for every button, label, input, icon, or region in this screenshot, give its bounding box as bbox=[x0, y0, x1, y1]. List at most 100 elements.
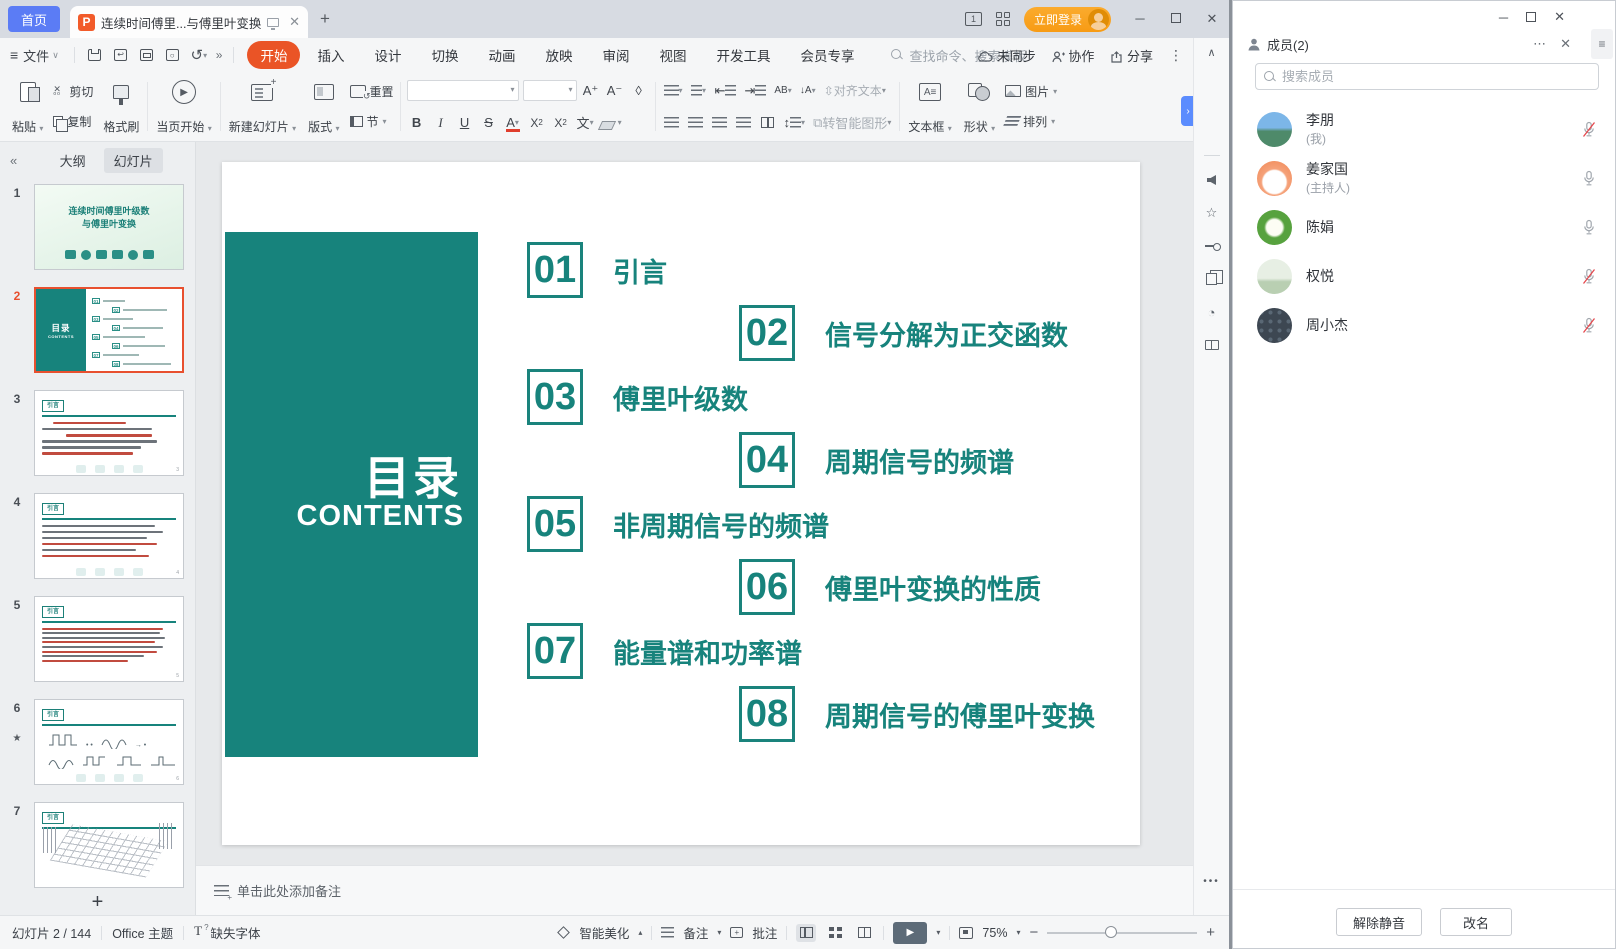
slide-thumbnail-4[interactable]: 4 引言 4 bbox=[0, 493, 195, 579]
panel-menu-icon[interactable]: ≡ bbox=[1591, 29, 1613, 59]
numbered-list-button[interactable]: ▾ bbox=[689, 80, 709, 101]
toc-item-01[interactable]: 01 引言 bbox=[527, 242, 667, 298]
mic-icon[interactable] bbox=[1581, 170, 1597, 187]
announce-icon[interactable] bbox=[1203, 171, 1221, 189]
member-row[interactable]: 陈娟 bbox=[1233, 203, 1615, 252]
slide-canvas[interactable]: 目录 CONTENTS 01 引言 02 信号分解为正交函数 03 傅里叶级数 bbox=[196, 142, 1229, 865]
member-search-input[interactable] bbox=[1282, 69, 1590, 84]
tab-animation[interactable]: 动画 bbox=[475, 41, 528, 69]
toc-item-07[interactable]: 07 能量谱和功率谱 bbox=[527, 623, 802, 679]
toc-item-04[interactable]: 04 周期信号的频谱 bbox=[739, 432, 1014, 488]
notes-caret-icon[interactable]: ▾ bbox=[717, 928, 721, 937]
members-more-icon[interactable]: ⋯ bbox=[1533, 36, 1546, 52]
zoom-in-button[interactable]: + bbox=[1206, 924, 1215, 941]
member-row[interactable]: 李朋 (我) bbox=[1233, 105, 1615, 154]
notes-toggle-button[interactable]: 备注 bbox=[683, 923, 708, 942]
zoom-slider[interactable] bbox=[1047, 932, 1197, 934]
line-spacing-button[interactable]: ↕▾ bbox=[782, 112, 808, 133]
beautify-caret-icon[interactable]: ▴ bbox=[638, 928, 642, 937]
align-right-button[interactable] bbox=[710, 112, 730, 133]
mic-muted-icon[interactable] bbox=[1581, 317, 1597, 334]
reading-view-button[interactable] bbox=[854, 924, 874, 942]
slide-thumbnail-3[interactable]: 3 引言 3 bbox=[0, 390, 195, 476]
bold-button[interactable]: B bbox=[407, 112, 427, 133]
collaborate-button[interactable]: 协作 bbox=[1052, 46, 1095, 65]
align-left-button[interactable] bbox=[662, 112, 682, 133]
increase-indent-button[interactable]: ⇥ bbox=[742, 80, 768, 101]
unmute-button[interactable]: 解除静音 bbox=[1336, 908, 1422, 936]
align-center-button[interactable] bbox=[686, 112, 706, 133]
file-menu-caret-icon[interactable]: ∨ bbox=[52, 50, 59, 61]
minimize-button[interactable]: ─ bbox=[1133, 11, 1147, 27]
outline-tab[interactable]: 大纲 bbox=[50, 148, 96, 173]
print-button[interactable] bbox=[136, 45, 158, 65]
zoom-out-button[interactable]: − bbox=[1029, 924, 1038, 941]
print-preview-button[interactable] bbox=[162, 45, 184, 65]
export-button[interactable] bbox=[110, 45, 132, 65]
sync-status[interactable]: 未同步 bbox=[977, 46, 1036, 65]
toc-item-06[interactable]: 06 傅里叶变换的性质 bbox=[739, 559, 1041, 615]
fit-slide-icon[interactable] bbox=[959, 927, 973, 939]
cut-button[interactable]: 剪切 bbox=[49, 82, 97, 101]
clear-format-button[interactable]: ◊ bbox=[629, 80, 649, 101]
more-menu-icon[interactable]: ⋮ bbox=[1169, 47, 1183, 64]
share-button[interactable]: 分享 bbox=[1110, 46, 1153, 65]
maximize-button[interactable] bbox=[1526, 12, 1536, 22]
slide-thumbnail-6[interactable]: 6 ★ 引言 • • → • bbox=[0, 699, 195, 785]
file-menu[interactable]: 文件 bbox=[23, 46, 49, 65]
italic-button[interactable]: I bbox=[431, 112, 451, 133]
tab-review[interactable]: 审阅 bbox=[589, 41, 642, 69]
slide-thumbnail-2-selected[interactable]: 2 目录 CONTENTS 01 02 03 04 05 06 bbox=[0, 287, 195, 373]
reset-button[interactable]: 重置 bbox=[346, 82, 398, 101]
missing-font-indicator[interactable]: T?缺失字体 bbox=[194, 923, 260, 942]
smart-beautify-button[interactable]: 智能美化 bbox=[579, 923, 629, 942]
maximize-button[interactable] bbox=[1171, 13, 1181, 23]
theme-name[interactable]: Office 主题 bbox=[112, 923, 173, 942]
arrange-button[interactable]: 排列 ▾ bbox=[1001, 112, 1061, 131]
font-size-select[interactable] bbox=[523, 80, 577, 101]
tab-transition[interactable]: 切换 bbox=[418, 41, 471, 69]
layout-button[interactable]: 版式 ▾ bbox=[302, 76, 345, 137]
slide-thumbnail-1[interactable]: 1 连续时间傅里叶级数 与傅里叶变换 bbox=[0, 184, 195, 270]
toc-item-02[interactable]: 02 信号分解为正交函数 bbox=[739, 305, 1068, 361]
distribute-button[interactable] bbox=[758, 112, 778, 133]
format-painter-button[interactable]: 格式刷 bbox=[97, 76, 145, 137]
section-button[interactable]: 节 ▾ bbox=[346, 112, 398, 131]
tab-view[interactable]: 视图 bbox=[646, 41, 699, 69]
add-slide-button[interactable]: + bbox=[0, 889, 195, 915]
subscript-button[interactable]: X2 bbox=[551, 112, 571, 133]
align-text-button[interactable]: ⇳ 对齐文本▾ bbox=[822, 80, 888, 101]
normal-view-button[interactable] bbox=[796, 924, 816, 942]
slide-thumbnail-7[interactable]: 7 引言 bbox=[0, 802, 195, 888]
new-slide-button[interactable]: 新建幻灯片 ▾ bbox=[223, 76, 302, 137]
present-monitor-icon[interactable] bbox=[267, 18, 279, 27]
close-button[interactable]: ✕ bbox=[1205, 11, 1219, 27]
home-tab-button[interactable]: 首页 bbox=[8, 6, 60, 32]
tab-grid-icon[interactable] bbox=[996, 12, 1010, 26]
increase-font-button[interactable]: A⁺ bbox=[581, 80, 601, 101]
close-tab-icon[interactable]: ✕ bbox=[289, 14, 300, 30]
phonetic-guide-button[interactable]: 文▾ bbox=[575, 112, 596, 133]
star-icon[interactable]: ☆ bbox=[1203, 204, 1221, 222]
mic-muted-icon[interactable] bbox=[1581, 268, 1597, 285]
superscript-button[interactable]: X2 bbox=[527, 112, 547, 133]
slides-tab[interactable]: 幻灯片 bbox=[104, 148, 163, 173]
toc-item-05[interactable]: 05 非周期信号的频谱 bbox=[527, 496, 829, 552]
mic-icon[interactable] bbox=[1581, 219, 1597, 236]
comment-button[interactable]: 批注 bbox=[752, 923, 777, 942]
bullet-list-button[interactable]: ▾ bbox=[662, 80, 685, 101]
strikethrough-button[interactable]: S bbox=[479, 112, 499, 133]
close-button[interactable]: ✕ bbox=[1554, 9, 1565, 25]
minimize-button[interactable]: ─ bbox=[1499, 10, 1508, 25]
decrease-font-button[interactable]: A⁻ bbox=[605, 80, 625, 101]
tab-insert[interactable]: 插入 bbox=[304, 41, 357, 69]
tab-developer[interactable]: 开发工具 bbox=[703, 41, 783, 69]
decrease-indent-button[interactable]: ⇤ bbox=[713, 80, 739, 101]
toc-item-03[interactable]: 03 傅里叶级数 bbox=[527, 369, 748, 425]
slideshow-play-button[interactable]: ▶ bbox=[893, 922, 927, 944]
font-family-select[interactable] bbox=[407, 80, 519, 101]
strip-more-icon[interactable]: ••• bbox=[1203, 876, 1220, 887]
login-button[interactable]: 立即登录 bbox=[1024, 7, 1111, 32]
play-caret-icon[interactable]: ▾ bbox=[936, 928, 940, 937]
smart-graphic-button[interactable]: ⧉ 转智能图形▾ bbox=[811, 112, 893, 133]
